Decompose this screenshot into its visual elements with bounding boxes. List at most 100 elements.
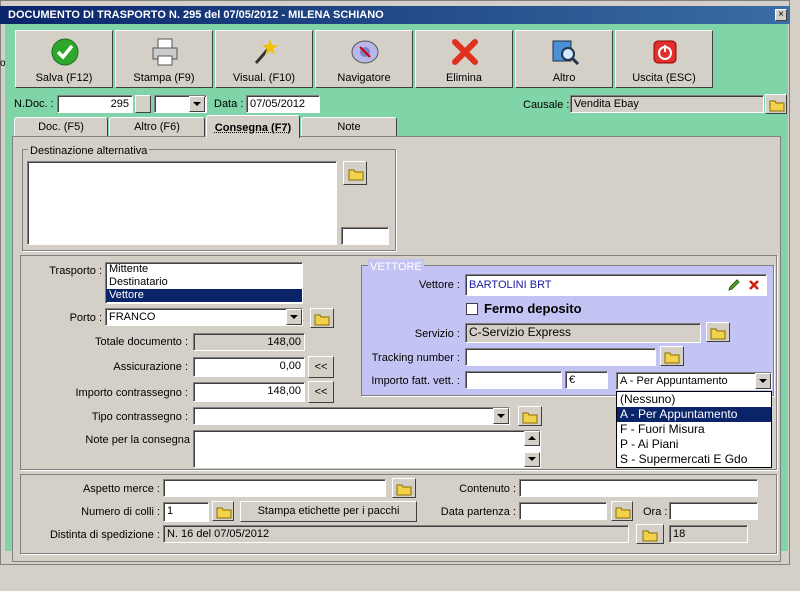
causale-field[interactable]: Vendita Ebay (570, 95, 764, 113)
dropdown-option-ai-piani[interactable]: P - Ai Piani (617, 437, 771, 452)
list-item-destinatario[interactable]: Destinatario (106, 276, 302, 289)
porto-select[interactable]: FRANCO (105, 308, 303, 326)
print-label: Stampa (F9) (133, 72, 195, 84)
tab-altro[interactable]: Altro (F6) (109, 117, 205, 137)
data-partenza-field[interactable] (519, 502, 607, 520)
save-button[interactable]: Salva (F12) (15, 30, 113, 88)
trasporto-label: Trasporto : (49, 265, 102, 277)
colli-field[interactable]: 1 (163, 502, 209, 522)
vettore-label: Vettore : (419, 279, 460, 291)
destination-legend: Destinazione alternativa (28, 143, 150, 159)
scroll-up-button[interactable] (524, 431, 540, 446)
importo-vett-field[interactable] (465, 371, 562, 389)
dropdown-option-supermercati[interactable]: S - Supermercati E Gdo (617, 452, 771, 467)
contenuto-label: Contenuto : (459, 483, 516, 495)
destination-textarea[interactable] (27, 161, 337, 245)
servizio-browse-button[interactable] (706, 322, 730, 342)
exit-button[interactable]: Uscita (ESC) (615, 30, 713, 88)
distinta-number-field: 18 (669, 525, 748, 543)
note-consegna-textarea[interactable] (193, 430, 541, 468)
scroll-down-button[interactable] (524, 452, 540, 467)
pencil-icon[interactable] (727, 278, 741, 295)
folder-icon (314, 314, 330, 326)
causale-browse-button[interactable] (765, 94, 787, 114)
calendar-button[interactable] (611, 501, 633, 521)
preview-button[interactable]: Visual. (F10) (215, 30, 313, 88)
delivery-type-dropdown[interactable]: (Nessuno) A - Per Appuntamento F - Fuori… (616, 391, 772, 468)
assicurazione-label: Assicurazione : (113, 361, 188, 373)
tracking-field[interactable] (465, 348, 656, 366)
tab-note[interactable]: Note (301, 117, 397, 137)
folder-icon (216, 507, 232, 519)
destination-small-field[interactable] (341, 227, 389, 245)
dropdown-option-nessuno[interactable]: (Nessuno) (617, 392, 771, 407)
tracking-browse-button[interactable] (660, 346, 684, 366)
print-labels-button[interactable]: Stampa etichette per i pacchi (240, 501, 417, 522)
chevron-down-icon[interactable] (189, 96, 205, 112)
close-button[interactable]: × (775, 9, 787, 21)
importo-vett-label: Importo fatt. vett. : (371, 375, 460, 387)
series-select[interactable] (154, 95, 207, 113)
chevron-down-icon[interactable] (755, 373, 771, 389)
aspetto-browse-button[interactable] (392, 478, 416, 498)
contrassegno-copy-button[interactable]: << (308, 381, 334, 403)
ndoc-suffix-button[interactable] (135, 95, 151, 113)
exit-label: Uscita (ESC) (632, 72, 696, 84)
colli-label: Numero di colli : (81, 506, 160, 518)
porto-browse-button[interactable] (310, 308, 334, 328)
navigator-label: Navigatore (337, 72, 391, 84)
clear-x-icon[interactable] (748, 279, 760, 294)
list-item-vettore[interactable]: Vettore (106, 289, 302, 302)
folder-icon (642, 530, 658, 542)
assicurazione-copy-button[interactable]: << (308, 356, 334, 378)
tipo-contrassegno-browse-button[interactable] (518, 406, 542, 426)
note-consegna-label: Note per la consegna (85, 434, 190, 446)
tab-doc[interactable]: Doc. (F5) (14, 117, 108, 137)
fermo-label: Fermo deposito (484, 301, 582, 316)
contrassegno-field[interactable]: 148,00 (193, 382, 305, 402)
folder-icon (710, 328, 726, 340)
power-icon (653, 40, 677, 64)
folder-icon (769, 100, 785, 112)
folder-icon (396, 484, 412, 496)
colli-browse-button[interactable] (212, 501, 234, 521)
trasporto-list[interactable]: Mittente Destinatario Vettore (105, 262, 303, 304)
aspetto-field[interactable] (163, 479, 386, 497)
ora-field[interactable] (669, 502, 758, 520)
fermo-checkbox[interactable] (466, 303, 478, 315)
contenuto-field[interactable] (519, 479, 758, 497)
aspetto-label: Aspetto merce : (82, 483, 160, 495)
dropdown-option-appuntamento[interactable]: A - Per Appuntamento (617, 407, 771, 422)
search-icon (552, 40, 580, 66)
printer-icon (152, 38, 178, 66)
vettore-field[interactable]: BARTOLINI BRT (465, 274, 767, 296)
other-button[interactable]: Altro (515, 30, 613, 88)
print-button[interactable]: Stampa (F9) (115, 30, 213, 88)
tipo-contrassegno-select[interactable] (193, 407, 510, 425)
folder-icon (664, 352, 680, 364)
date-field[interactable]: 07/05/2012 (246, 95, 320, 113)
servizio-field[interactable]: C-Servizio Express (465, 323, 701, 343)
delivery-type-select[interactable]: A - Per Appuntamento (616, 372, 772, 390)
assicurazione-field[interactable]: 0,00 (193, 357, 305, 377)
ndoc-field[interactable]: 295 (57, 95, 133, 113)
currency-field[interactable]: € (565, 371, 608, 389)
distinta-browse-button[interactable] (636, 524, 664, 544)
magic-wand-icon (254, 39, 278, 64)
navigator-button[interactable]: Navigatore (315, 30, 413, 88)
causale-label: Causale : (523, 99, 570, 111)
window-title: DOCUMENTO DI TRASPORTO N. 295 del 07/05/… (0, 6, 790, 24)
chevron-up-icon (528, 436, 536, 440)
delete-button[interactable]: Elimina (415, 30, 513, 88)
chevron-down-icon[interactable] (286, 309, 302, 325)
save-label: Salva (F12) (35, 72, 93, 84)
tracking-label: Tracking number : (371, 352, 460, 364)
vettore-legend: VETTORE (368, 259, 424, 275)
chevron-down-icon[interactable] (493, 408, 509, 424)
distinta-field: N. 16 del 07/05/2012 (163, 525, 629, 543)
destination-browse-button[interactable] (343, 161, 367, 185)
list-item-mittente[interactable]: Mittente (106, 263, 302, 276)
dropdown-option-fuori-misura[interactable]: F - Fuori Misura (617, 422, 771, 437)
tab-consegna[interactable]: Consegna (F7) (206, 115, 300, 138)
tipo-contrassegno-label: Tipo contrassegno : (91, 411, 188, 423)
